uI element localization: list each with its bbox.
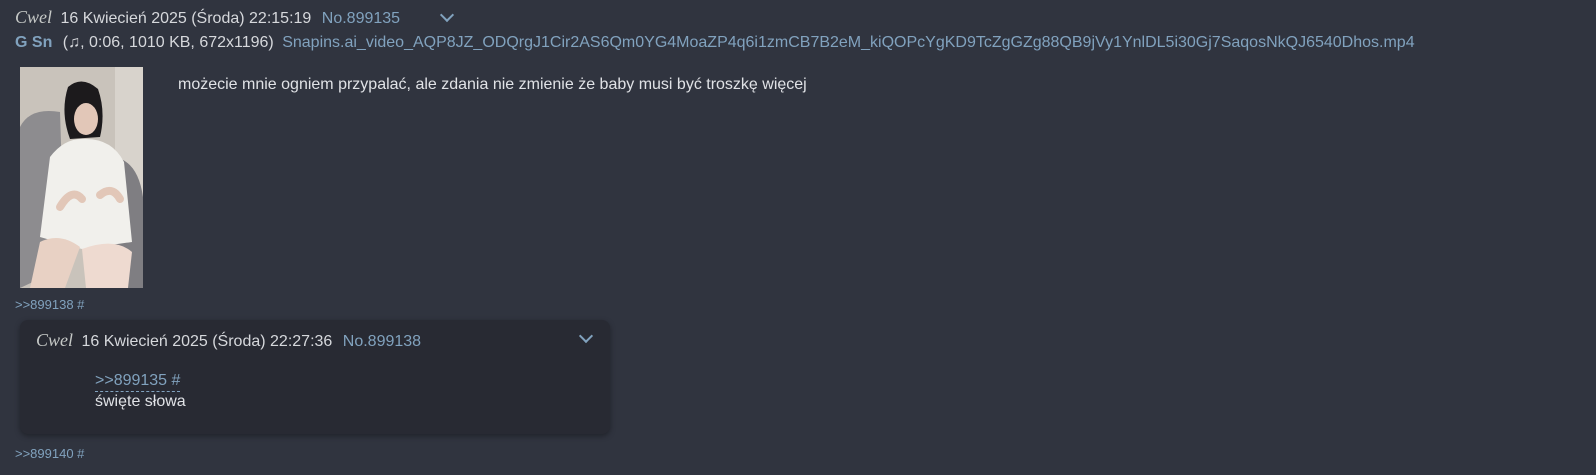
video-thumbnail[interactable] [20,67,143,288]
chevron-down-icon[interactable] [578,328,594,344]
post-number-link[interactable]: No.899135 [322,10,400,27]
reply-message: święte słowa [95,393,186,410]
post-message: możecie mnie ogniem przypalać, ale zdani… [178,76,807,93]
thumbnail-image [20,67,143,288]
chevron-down-icon[interactable] [439,7,455,23]
post-date: 16 Kwiecień 2025 (Środa) 22:15:19 [60,10,312,27]
post-header: Cwel 16 Kwiecień 2025 (Środa) 22:15:19 N… [15,6,400,30]
reply-number-link[interactable]: No.899138 [343,333,421,350]
reply-date: 16 Kwiecień 2025 (Środa) 22:27:36 [81,333,333,350]
file-name-link[interactable]: Snapins.ai_video_AQP8JZ_ODQrgJ1Cir2AS6Qm… [282,34,1414,51]
backlink[interactable]: >>899140 # [15,446,84,462]
reply-header: Cwel 16 Kwiecień 2025 (Środa) 22:27:36 N… [36,329,421,353]
quote-link[interactable]: >>899135 # [95,371,181,392]
backlink[interactable]: >>899138 # [15,297,84,313]
reply-post: Cwel 16 Kwiecień 2025 (Środa) 22:27:36 N… [20,320,610,434]
file-search-links[interactable]: G Sn [15,34,52,51]
poster-name: Cwel [15,7,53,27]
file-meta: (♫, 0:06, 1010 KB, 672x1196) [62,34,274,51]
reply-poster-name: Cwel [36,330,74,350]
file-info: G Sn (♫, 0:06, 1010 KB, 672x1196) Snapin… [15,32,1415,54]
